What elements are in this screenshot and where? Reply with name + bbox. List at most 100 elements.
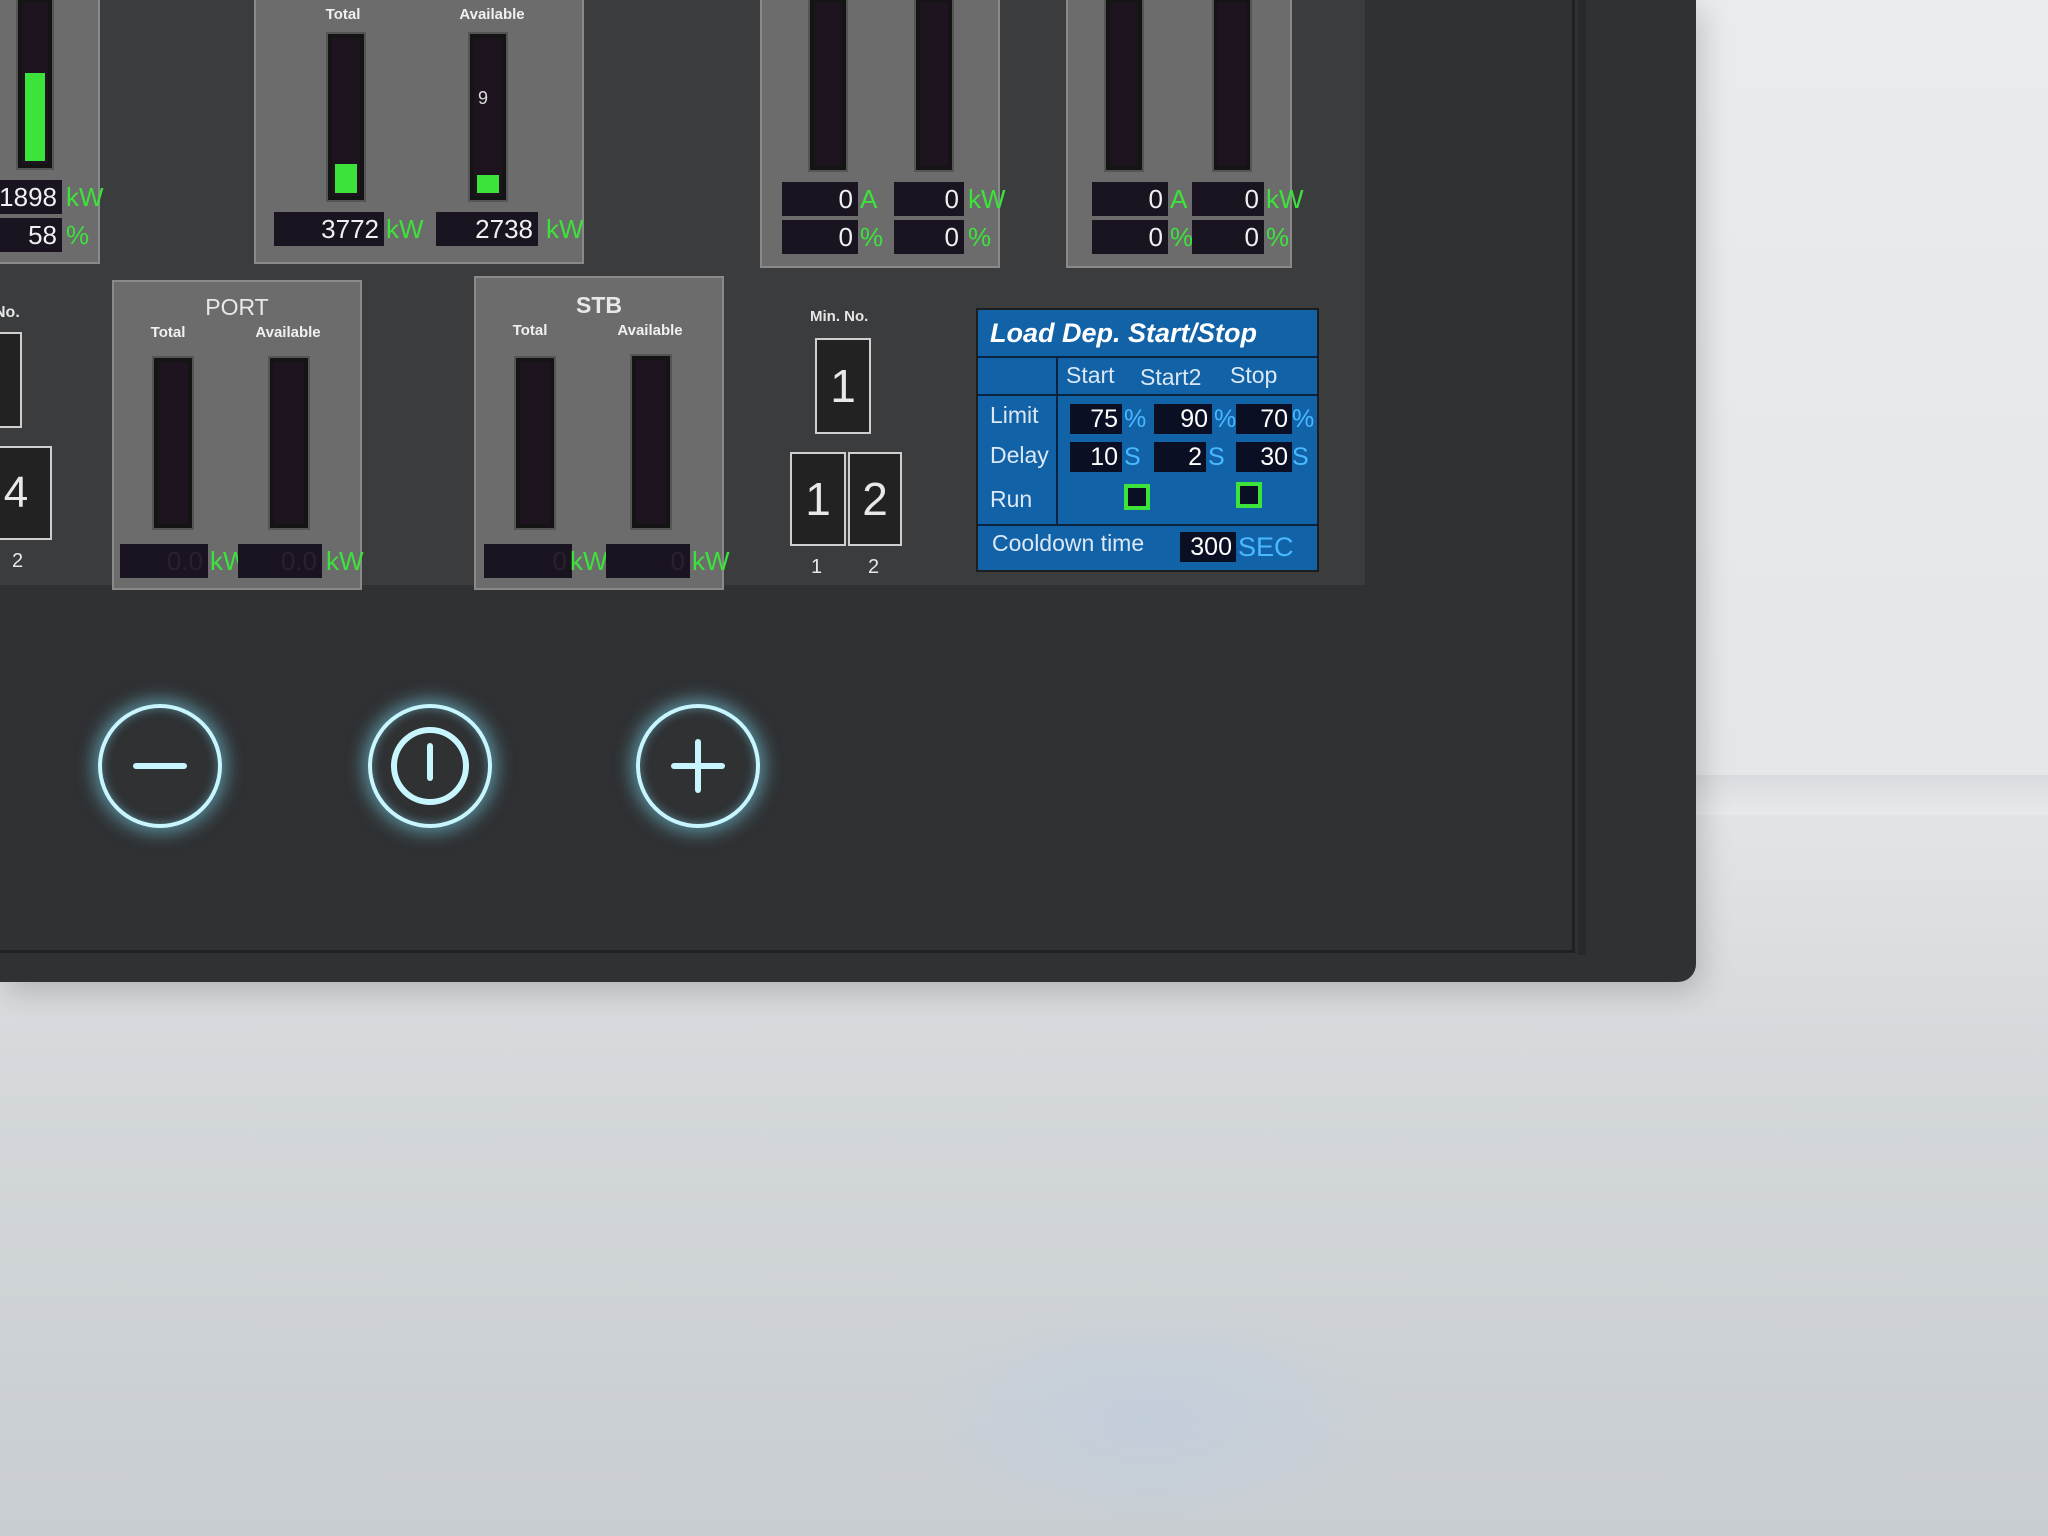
load-percent-value: 58 (0, 218, 62, 252)
available-kw-value: 2738 (436, 212, 538, 246)
percent-unit-2: % (968, 222, 992, 252)
power-bar (18, 0, 52, 168)
load-dep-footer-divider (978, 524, 1317, 526)
limit-label: Limit (990, 402, 1039, 428)
percent-value-2: 0 (1192, 220, 1264, 254)
total-available-panel: Total Available 9 3772 kW 2738 kW (254, 0, 584, 264)
min-no-value[interactable]: 1 (815, 338, 871, 434)
column-start: Start (1066, 362, 1115, 388)
delay-start-unit: S (1124, 443, 1141, 471)
delay-start2-unit: S (1208, 443, 1225, 471)
delay-stop-field[interactable]: 30 (1236, 442, 1292, 472)
hmi-screen: 1898 kW 58 % Total Available 9 3772 kW 2… (0, 0, 1365, 590)
limit-stop-field[interactable]: 70 (1236, 404, 1292, 434)
plus-button[interactable] (636, 704, 760, 828)
stb-available-bar (632, 356, 670, 528)
left-min-no-box (0, 332, 22, 428)
run-label: Run (990, 486, 1033, 512)
amps-value: 0 (1092, 182, 1168, 216)
kw-value: 0 (1192, 182, 1264, 216)
column-start2: Start2 (1140, 364, 1202, 390)
min-no-caption-1: 1 (811, 556, 823, 578)
cooldown-unit: SEC (1238, 532, 1294, 562)
amps-unit: A (1170, 184, 1188, 214)
min-no-caption-2: 2 (868, 556, 880, 578)
kw-value: 0 (894, 182, 964, 216)
generator-panel-b: 0 A 0 kW 0 % 0 % (1066, 0, 1304, 268)
kw-unit: kW (968, 184, 1006, 214)
left-number-caption: 2 (12, 550, 24, 572)
stb-available-label: Available (617, 322, 683, 339)
stb-total-label: Total (512, 322, 548, 339)
left-number-4-button[interactable]: 4 (0, 446, 52, 540)
available-power-bar-fill (477, 175, 499, 193)
port-available-unit: kW (326, 546, 364, 576)
port-available-kw: 0.0 (238, 544, 322, 578)
run-start-checkbox[interactable] (1124, 484, 1150, 510)
load-percent-unit: % (66, 220, 90, 250)
power-value: 1898 (0, 180, 62, 214)
load-dep-start-stop-panel: Load Dep. Start/Stop Start Start2 Stop L… (976, 308, 1319, 572)
min-no-label: Min. No. (810, 308, 869, 325)
port-available-label: Available (255, 324, 321, 341)
generator-meter-panel: 1898 kW 58 % (0, 0, 104, 264)
minus-icon (133, 763, 187, 769)
power-bar (1214, 0, 1250, 170)
load-dep-title: Load Dep. Start/Stop (978, 310, 1317, 358)
stb-panel: STB Total Available 0 kW 0 kW (474, 276, 730, 590)
background-wall-shelf (1690, 775, 2048, 815)
cooldown-field[interactable]: 300 (1180, 532, 1236, 562)
percent-value-1: 0 (782, 220, 858, 254)
power-button[interactable] (368, 704, 492, 828)
percent-value-1: 0 (1092, 220, 1168, 254)
load-dep-header-divider (978, 394, 1317, 396)
amps-value: 0 (782, 182, 858, 216)
limit-start-unit: % (1124, 405, 1147, 433)
available-kw-unit: kW (546, 214, 584, 244)
min-no-option-2-button[interactable]: 2 (848, 452, 902, 546)
stb-total-bar (516, 358, 554, 528)
stb-available-unit: kW (692, 546, 730, 576)
available-label: Available (459, 6, 525, 23)
stb-title: STB (576, 292, 622, 318)
amps-unit: A (860, 184, 878, 214)
limit-start2-field[interactable]: 90 (1154, 404, 1212, 434)
min-no-option-1-button[interactable]: 1 (790, 452, 846, 546)
run-start2-checkbox[interactable] (1236, 482, 1262, 508)
bezel-edge (1578, 0, 1586, 955)
port-panel: PORT Total Available 0.0 kW 0.0 kW (112, 280, 364, 590)
port-total-bar (154, 358, 192, 528)
total-power-bar (328, 34, 364, 200)
stb-available-kw: 0 (606, 544, 690, 578)
delay-start-field[interactable]: 10 (1070, 442, 1122, 472)
total-power-bar-fill (335, 164, 357, 193)
current-bar (810, 0, 846, 170)
power-unit: kW (66, 182, 104, 212)
limit-stop-unit: % (1292, 405, 1315, 433)
stb-total-unit: kW (570, 546, 608, 576)
limit-start2-unit: % (1214, 405, 1237, 433)
percent-unit-1: % (860, 222, 884, 252)
background-floor-reflection (900, 1300, 1400, 1536)
power-bar-fill (25, 73, 45, 161)
percent-value-2: 0 (894, 220, 964, 254)
percent-unit-1: % (1170, 222, 1194, 252)
available-power-bar: 9 (470, 34, 506, 200)
load-dep-column-divider (1056, 356, 1058, 526)
port-total-label: Total (150, 324, 186, 341)
column-stop: Stop (1230, 362, 1278, 388)
left-min-no-label: No. (0, 304, 20, 321)
delay-stop-unit: S (1292, 443, 1309, 471)
current-bar (1106, 0, 1142, 170)
percent-unit-2: % (1266, 222, 1290, 252)
monitor-bezel: 1898 kW 58 % Total Available 9 3772 kW 2… (0, 0, 1696, 982)
delay-start2-field[interactable]: 2 (1154, 442, 1206, 472)
total-kw-unit: kW (386, 214, 424, 244)
total-label: Total (325, 6, 361, 23)
plus-icon (671, 739, 725, 793)
port-available-bar (270, 358, 308, 528)
minus-button[interactable] (98, 704, 222, 828)
generator-panel-a: 0 A 0 kW 0 % 0 % (760, 0, 1006, 268)
port-total-kw: 0.0 (120, 544, 208, 578)
limit-start-field[interactable]: 75 (1070, 404, 1122, 434)
